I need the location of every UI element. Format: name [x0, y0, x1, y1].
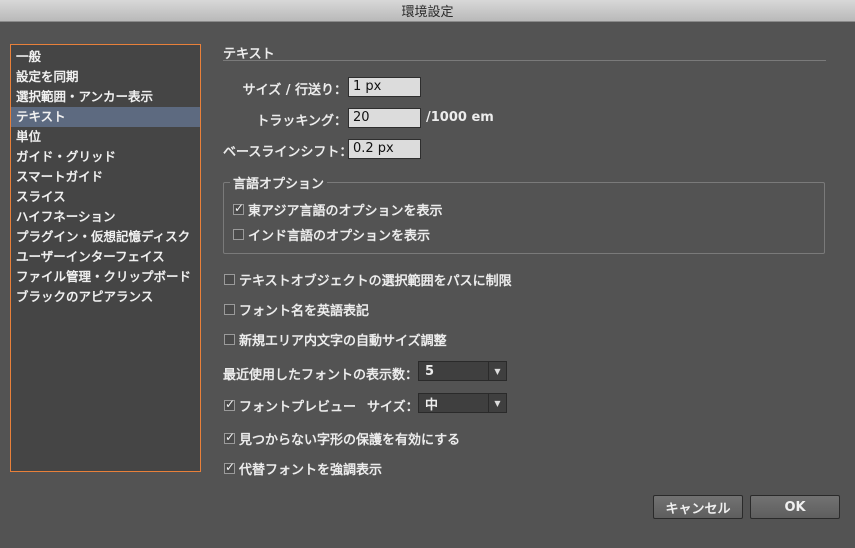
font-preview-size-select[interactable]: 中 ▼ [418, 393, 507, 413]
checkbox-box[interactable] [224, 460, 235, 474]
ok-button[interactable]: OK [750, 495, 840, 519]
type-object-selection-checkbox[interactable]: テキストオブジェクトの選択範囲をパスに制限 [224, 270, 512, 289]
sidebar-item-slices[interactable]: スライス [11, 187, 200, 207]
size-leading-label: サイズ / 行送り： [242, 83, 347, 98]
font-preview-label: フォントプレビュー [239, 400, 357, 415]
sidebar-item-type[interactable]: テキスト [11, 107, 200, 127]
recent-fonts-label: 最近使用したフォントの表示数： [223, 368, 419, 383]
sidebar-item-guides-grid[interactable]: ガイド・グリッド [11, 147, 200, 167]
window-title: 環境設定 [401, 5, 454, 20]
font-preview-size-label: サイズ： [367, 400, 419, 415]
checkbox-box[interactable] [233, 201, 244, 215]
highlight-substituted-fonts-label: 代替フォントを強調表示 [239, 463, 383, 478]
auto-size-area-type-label: 新規エリア内文字の自動サイズ調整 [239, 334, 447, 349]
size-leading-input[interactable]: 1 px [348, 77, 421, 97]
sidebar-item-file-handling-clipboard[interactable]: ファイル管理・クリップボード [11, 267, 200, 287]
checkbox-box[interactable] [233, 229, 244, 240]
sidebar-item-units[interactable]: 単位 [11, 127, 200, 147]
font-preview-size-value: 中 [425, 397, 439, 413]
protect-missing-glyphs-label: 見つからない字形の保護を有効にする [239, 433, 461, 448]
recent-fonts-select[interactable]: 5 ▼ [418, 361, 507, 381]
sidebar-item-user-interface[interactable]: ユーザーインターフェイス [11, 247, 200, 267]
tracking-unit: /1000 em [426, 110, 494, 125]
east-asian-options-label: 東アジア言語のオプションを表示 [248, 204, 443, 219]
sidebar-item-black-appearance[interactable]: ブラックのアピアランス [11, 287, 200, 307]
tracking-label: トラッキング： [256, 114, 347, 129]
checkbox-box[interactable] [224, 304, 235, 315]
checkbox-box[interactable] [224, 397, 235, 411]
baseline-shift-label: ベースラインシフト： [223, 145, 353, 160]
font-preview-checkbox[interactable]: フォントプレビュー [224, 396, 356, 415]
checkbox-box[interactable] [224, 274, 235, 285]
sidebar-item-plugins-scratch-disks[interactable]: プラグイン・仮想記憶ディスク [11, 227, 200, 247]
tracking-input[interactable]: 20 [348, 108, 421, 128]
protect-missing-glyphs-checkbox[interactable]: 見つからない字形の保護を有効にする [224, 429, 460, 448]
baseline-shift-input[interactable]: 0.2 px [348, 139, 421, 159]
english-font-names-checkbox[interactable]: フォント名を英語表記 [224, 300, 369, 319]
english-font-names-label: フォント名を英語表記 [239, 304, 370, 319]
checkbox-box[interactable] [224, 430, 235, 444]
indic-options-checkbox[interactable]: インド言語のオプションを表示 [233, 225, 430, 244]
auto-size-area-type-checkbox[interactable]: 新規エリア内文字の自動サイズ調整 [224, 330, 447, 349]
sidebar-item-selection-anchor[interactable]: 選択範囲・アンカー表示 [11, 87, 200, 107]
recent-fonts-value: 5 [425, 363, 435, 379]
preferences-category-list[interactable]: 一般 設定を同期 選択範囲・アンカー表示 テキスト 単位 ガイド・グリッド スマ… [10, 44, 201, 472]
chevron-down-icon: ▼ [488, 394, 506, 412]
sidebar-item-smart-guides[interactable]: スマートガイド [11, 167, 200, 187]
language-options-title: 言語オプション [230, 173, 328, 192]
sidebar-item-general[interactable]: 一般 [11, 47, 200, 67]
window-title-bar: 環境設定 [0, 0, 855, 22]
type-object-selection-label: テキストオブジェクトの選択範囲をパスに制限 [239, 274, 512, 289]
section-divider [223, 60, 826, 61]
chevron-down-icon: ▼ [488, 362, 506, 380]
sidebar-item-hyphenation[interactable]: ハイフネーション [11, 207, 200, 227]
cancel-button[interactable]: キャンセル [653, 495, 743, 519]
indic-options-label: インド言語のオプションを表示 [248, 229, 431, 244]
east-asian-options-checkbox[interactable]: 東アジア言語のオプションを表示 [233, 200, 442, 219]
checkbox-box[interactable] [224, 334, 235, 345]
sidebar-item-sync-settings[interactable]: 設定を同期 [11, 67, 200, 87]
highlight-substituted-fonts-checkbox[interactable]: 代替フォントを強調表示 [224, 459, 382, 478]
